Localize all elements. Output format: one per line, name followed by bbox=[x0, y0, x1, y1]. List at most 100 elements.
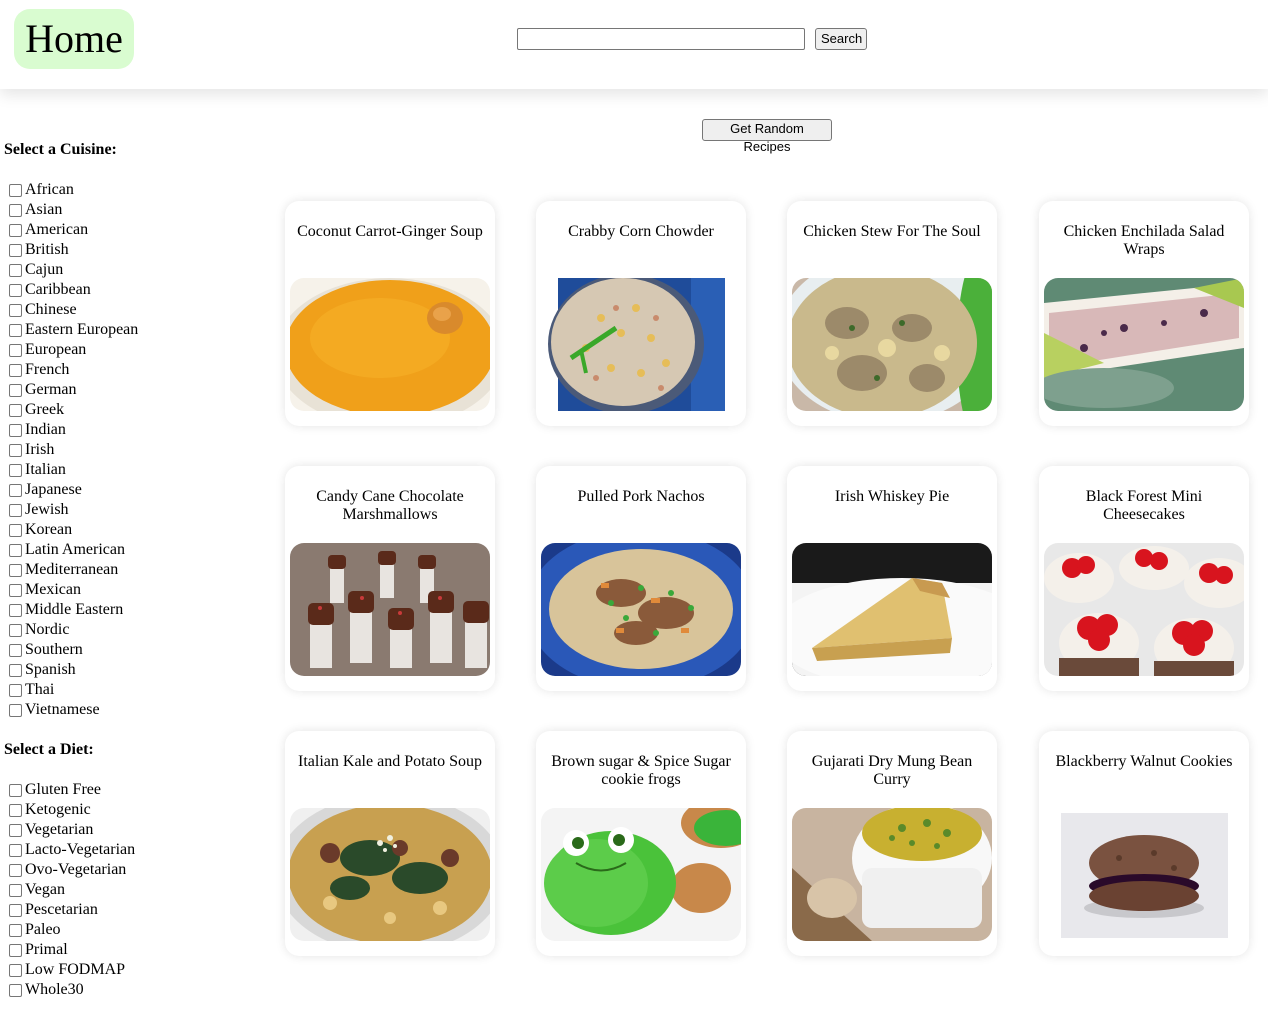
recipe-card[interactable]: Irish Whiskey Pie bbox=[787, 466, 997, 691]
recipe-card[interactable]: Blackberry Walnut Cookies bbox=[1039, 731, 1249, 956]
recipe-card[interactable]: Candy Cane Chocolate Marshmallows bbox=[285, 466, 495, 691]
cuisine-option[interactable]: Italian bbox=[4, 460, 204, 480]
cuisine-option[interactable]: Greek bbox=[4, 400, 204, 420]
diet-checkbox[interactable] bbox=[9, 843, 22, 857]
cuisine-option[interactable]: Caribbean bbox=[4, 280, 204, 300]
cuisine-checkbox[interactable] bbox=[9, 283, 22, 297]
cuisine-checkbox[interactable] bbox=[9, 363, 22, 377]
cuisine-option[interactable]: Vietnamese bbox=[4, 700, 204, 720]
cuisine-option[interactable]: European bbox=[4, 340, 204, 360]
cuisine-checkbox[interactable] bbox=[9, 443, 22, 457]
cuisine-option[interactable]: Eastern European bbox=[4, 320, 204, 340]
diet-option[interactable]: Pescetarian bbox=[4, 900, 204, 920]
diet-checkbox[interactable] bbox=[9, 803, 22, 817]
recipe-card[interactable]: Gujarati Dry Mung Bean Curry bbox=[787, 731, 997, 956]
diet-option[interactable]: Vegetarian bbox=[4, 820, 204, 840]
diet-option[interactable]: Low FODMAP bbox=[4, 960, 204, 980]
cuisine-option[interactable]: German bbox=[4, 380, 204, 400]
cuisine-option[interactable]: Korean bbox=[4, 520, 204, 540]
cuisine-option[interactable]: American bbox=[4, 220, 204, 240]
cuisine-checkbox[interactable] bbox=[9, 383, 22, 397]
cheesecake-photo[interactable] bbox=[1044, 543, 1244, 676]
sandwich-cookie-photo[interactable] bbox=[1044, 808, 1244, 941]
recipe-card[interactable]: Chicken Stew For The Soul bbox=[787, 201, 997, 426]
salad-wrap-photo[interactable] bbox=[1044, 278, 1244, 411]
cuisine-checkbox[interactable] bbox=[9, 703, 22, 717]
cuisine-checkbox[interactable] bbox=[9, 203, 22, 217]
diet-checkbox[interactable] bbox=[9, 963, 22, 977]
diet-option[interactable]: Vegan bbox=[4, 880, 204, 900]
diet-option[interactable]: Whole30 bbox=[4, 980, 204, 1000]
recipe-card[interactable]: Chicken Enchilada Salad Wraps bbox=[1039, 201, 1249, 426]
diet-option[interactable]: Lacto-Vegetarian bbox=[4, 840, 204, 860]
recipe-card[interactable]: Black Forest Mini Cheesecakes bbox=[1039, 466, 1249, 691]
diet-option[interactable]: Primal bbox=[4, 940, 204, 960]
cuisine-checkbox[interactable] bbox=[9, 503, 22, 517]
diet-checkbox[interactable] bbox=[9, 863, 22, 877]
diet-checkbox[interactable] bbox=[9, 903, 22, 917]
cuisine-option[interactable]: Nordic bbox=[4, 620, 204, 640]
corn-chowder-photo[interactable] bbox=[541, 278, 741, 411]
diet-option[interactable]: Paleo bbox=[4, 920, 204, 940]
cuisine-option[interactable]: Latin American bbox=[4, 540, 204, 560]
diet-option[interactable]: Gluten Free bbox=[4, 780, 204, 800]
cuisine-option[interactable]: Spanish bbox=[4, 660, 204, 680]
cuisine-option[interactable]: Indian bbox=[4, 420, 204, 440]
cuisine-checkbox[interactable] bbox=[9, 523, 22, 537]
diet-checkbox[interactable] bbox=[9, 823, 22, 837]
search-button[interactable]: Search bbox=[815, 28, 867, 50]
cuisine-option[interactable]: Japanese bbox=[4, 480, 204, 500]
recipe-card[interactable]: Pulled Pork Nachos bbox=[536, 466, 746, 691]
cuisine-checkbox[interactable] bbox=[9, 663, 22, 677]
cuisine-checkbox[interactable] bbox=[9, 463, 22, 477]
frog-cookie-photo[interactable] bbox=[541, 808, 741, 941]
cuisine-option[interactable]: Irish bbox=[4, 440, 204, 460]
cuisine-checkbox[interactable] bbox=[9, 683, 22, 697]
diet-checkbox[interactable] bbox=[9, 923, 22, 937]
recipe-card[interactable]: Italian Kale and Potato Soup bbox=[285, 731, 495, 956]
cuisine-checkbox[interactable] bbox=[9, 323, 22, 337]
marshmallow-photo[interactable] bbox=[290, 543, 490, 676]
get-random-recipes-button[interactable]: Get Random Recipes bbox=[702, 119, 832, 154]
cuisine-checkbox[interactable] bbox=[9, 223, 22, 237]
cuisine-checkbox[interactable] bbox=[9, 263, 22, 277]
cuisine-checkbox[interactable] bbox=[9, 643, 22, 657]
recipe-card[interactable]: Coconut Carrot-Ginger Soup bbox=[285, 201, 495, 426]
cuisine-checkbox[interactable] bbox=[9, 583, 22, 597]
diet-checkbox[interactable] bbox=[9, 883, 22, 897]
cuisine-option[interactable]: Mexican bbox=[4, 580, 204, 600]
cuisine-option[interactable]: Thai bbox=[4, 680, 204, 700]
diet-checkbox[interactable] bbox=[9, 983, 22, 997]
orange-soup-photo[interactable] bbox=[290, 278, 490, 411]
pie-slice-photo[interactable] bbox=[792, 543, 992, 676]
cuisine-option[interactable]: Asian bbox=[4, 200, 204, 220]
home-button[interactable]: Home bbox=[14, 9, 134, 69]
kale-soup-photo[interactable] bbox=[290, 808, 490, 941]
search-input[interactable] bbox=[517, 28, 805, 50]
diet-option[interactable]: Ketogenic bbox=[4, 800, 204, 820]
cuisine-option[interactable]: Middle Eastern bbox=[4, 600, 204, 620]
cuisine-option[interactable]: African bbox=[4, 180, 204, 200]
cuisine-checkbox[interactable] bbox=[9, 343, 22, 357]
cuisine-checkbox[interactable] bbox=[9, 303, 22, 317]
cuisine-checkbox[interactable] bbox=[9, 183, 22, 197]
cuisine-option[interactable]: Southern bbox=[4, 640, 204, 660]
cuisine-checkbox[interactable] bbox=[9, 483, 22, 497]
cuisine-option[interactable]: Chinese bbox=[4, 300, 204, 320]
chicken-stew-photo[interactable] bbox=[792, 278, 992, 411]
cuisine-checkbox[interactable] bbox=[9, 423, 22, 437]
diet-option[interactable]: Ovo-Vegetarian bbox=[4, 860, 204, 880]
recipe-card[interactable]: Brown sugar & Spice Sugar cookie frogs bbox=[536, 731, 746, 956]
nachos-photo[interactable] bbox=[541, 543, 741, 676]
cuisine-checkbox[interactable] bbox=[9, 243, 22, 257]
mung-curry-photo[interactable] bbox=[792, 808, 992, 941]
cuisine-option[interactable]: Mediterranean bbox=[4, 560, 204, 580]
cuisine-checkbox[interactable] bbox=[9, 603, 22, 617]
recipe-card[interactable]: Crabby Corn Chowder bbox=[536, 201, 746, 426]
cuisine-checkbox[interactable] bbox=[9, 563, 22, 577]
cuisine-checkbox[interactable] bbox=[9, 623, 22, 637]
cuisine-option[interactable]: British bbox=[4, 240, 204, 260]
diet-checkbox[interactable] bbox=[9, 783, 22, 797]
cuisine-option[interactable]: Cajun bbox=[4, 260, 204, 280]
cuisine-checkbox[interactable] bbox=[9, 543, 22, 557]
